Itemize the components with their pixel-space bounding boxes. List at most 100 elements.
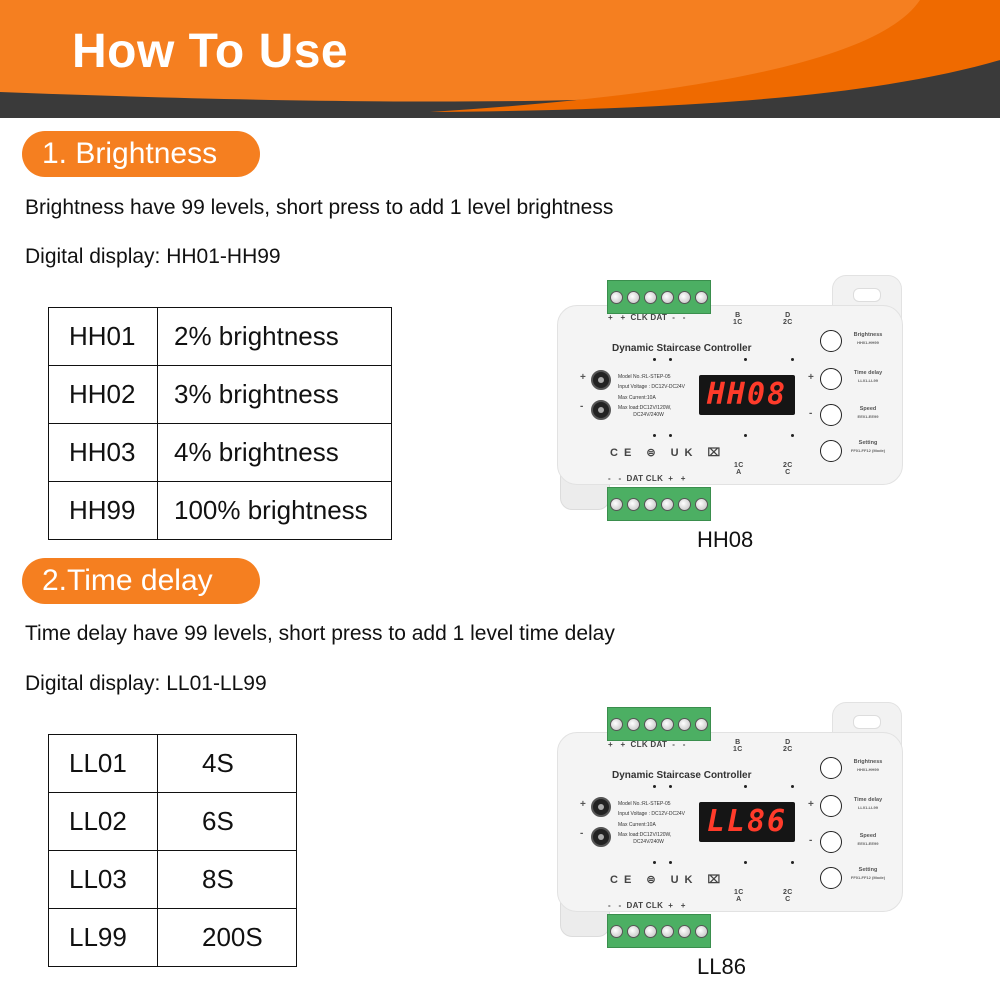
spec-line: Input Voltage : DC12V-DC24V (618, 384, 685, 390)
top-pin-labels: + + CLK DAT - - (608, 313, 686, 322)
table-row: LL02 6S (48, 792, 297, 851)
screw-icon (661, 924, 674, 938)
indicator-dot (791, 861, 794, 864)
plus-label: + (808, 799, 814, 810)
device-caption: HH08 (697, 527, 754, 552)
table-cell-value: 6S (157, 792, 297, 851)
brightness-table: HH01 2% brightness HH02 3% brightness HH03… (48, 307, 392, 540)
screw-icon (610, 290, 623, 304)
indicator-dot (791, 785, 794, 788)
table-cell-code: LL02 (48, 792, 158, 851)
setting-button[interactable] (820, 867, 842, 889)
bottom-pin-labels: - - DAT CLK + + (608, 474, 686, 483)
button-label: Brightness HH01-HH99 (853, 332, 883, 345)
setting-button[interactable] (820, 440, 842, 462)
screw-icon (678, 717, 691, 731)
table-row: LL01 4S (48, 734, 297, 793)
controller-body: + + CLK DAT - - B 1C D 2C Dynamic Stairc… (557, 305, 903, 485)
screw-icon (661, 717, 674, 731)
spec-line: DC24V/240W (618, 839, 664, 845)
controller-body: + + CLK DAT - - B 1C D 2C Dynamic Stairc… (557, 732, 903, 912)
bottom-pin-labels: - - DAT CLK + + (608, 901, 686, 910)
table-cell-value: 3% brightness (157, 365, 392, 424)
screw-icon (627, 290, 640, 304)
table-row: LL03 8S (48, 850, 297, 909)
minus-label: - (809, 835, 813, 846)
indicator-dot (791, 434, 794, 437)
certification-icons: CE ⊜ UK ⌧ (610, 874, 727, 886)
screw-icon (610, 717, 623, 731)
potentiometer-icon (591, 827, 611, 847)
zone-label: 2C C (783, 889, 793, 903)
screw-icon (678, 924, 691, 938)
plus-label: + (580, 799, 586, 810)
zone-label: B 1C (733, 739, 743, 753)
page-title: How To Use (72, 25, 349, 78)
spec-line: Max Current:10A (618, 822, 656, 828)
spec-line: Max Current:10A (618, 395, 656, 401)
indicator-dot (669, 861, 672, 864)
table-cell-value: 4% brightness (157, 423, 392, 482)
indicator-dot (791, 358, 794, 361)
zone-label: 1C A (734, 889, 744, 903)
table-cell-code: HH99 (48, 481, 158, 540)
table-cell-code: LL99 (48, 908, 158, 967)
table-row: HH99 100% brightness (48, 481, 392, 540)
plus-label: + (808, 372, 814, 383)
screw-icon (627, 924, 640, 938)
screw-icon (678, 497, 691, 511)
indicator-dot (744, 434, 747, 437)
minus-label: - (580, 401, 584, 412)
terminal-block (607, 914, 711, 948)
table-cell-value: 200S (157, 908, 297, 967)
minus-label: - (580, 828, 584, 839)
button-label: Brightness HH01-HH99 (853, 759, 883, 772)
zone-label: D 2C (783, 739, 793, 753)
spec-line: Model No.:RL-STEP-05 (618, 374, 671, 380)
device-name: Dynamic Staircase Controller (612, 770, 752, 781)
table-cell-code: LL01 (48, 734, 158, 793)
brightness-button[interactable] (820, 330, 842, 352)
screw-icon (695, 497, 708, 511)
time-delay-button[interactable] (820, 368, 842, 390)
screw-icon (627, 497, 640, 511)
indicator-dot (653, 358, 656, 361)
device-caption: LL86 (697, 954, 746, 979)
table-row: HH02 3% brightness (48, 365, 392, 424)
screw-icon (644, 290, 657, 304)
time-delay-description: Time delay have 99 levels, short press t… (25, 622, 615, 645)
header-banner: How To Use (0, 0, 1000, 118)
table-cell-code: HH01 (48, 307, 158, 366)
spec-line: Max load:DC12V/120W, (618, 832, 672, 838)
indicator-dot (669, 358, 672, 361)
potentiometer-icon (591, 400, 611, 420)
table-row: LL99 200S (48, 908, 297, 967)
button-label: Speed EE01-EE99 (857, 833, 879, 846)
screw-icon (627, 717, 640, 731)
indicator-dot (669, 434, 672, 437)
indicator-dot (744, 785, 747, 788)
button-label: Time delay LL01-LL99 (853, 370, 883, 383)
button-label: Setting FF01-FF12 (Mode) (850, 867, 886, 880)
table-cell-value: 2% brightness (157, 307, 392, 366)
spec-line: Max load:DC12V/120W, (618, 405, 672, 411)
indicator-dot (744, 861, 747, 864)
time-delay-display-range: Digital display: LL01-LL99 (25, 672, 267, 695)
time-delay-button[interactable] (820, 795, 842, 817)
spec-line: Input Voltage : DC12V-DC24V (618, 811, 685, 817)
screw-icon (610, 924, 623, 938)
speed-button[interactable] (820, 831, 842, 853)
speed-button[interactable] (820, 404, 842, 426)
led-display: HH08 (699, 375, 795, 415)
button-label: Time delay LL01-LL99 (853, 797, 883, 810)
zone-label: 2C C (783, 462, 793, 476)
screw-icon (610, 497, 623, 511)
section-pill-time-delay: 2.Time delay (22, 558, 260, 604)
certification-icons: CE ⊜ UK ⌧ (610, 447, 727, 459)
brightness-display-range: Digital display: HH01-HH99 (25, 245, 281, 268)
screw-icon (695, 290, 708, 304)
zone-label: D 2C (783, 312, 793, 326)
spec-line: DC24V/240W (618, 412, 664, 418)
brightness-button[interactable] (820, 757, 842, 779)
button-label: Setting FF01-FF12 (Mode) (850, 440, 886, 453)
